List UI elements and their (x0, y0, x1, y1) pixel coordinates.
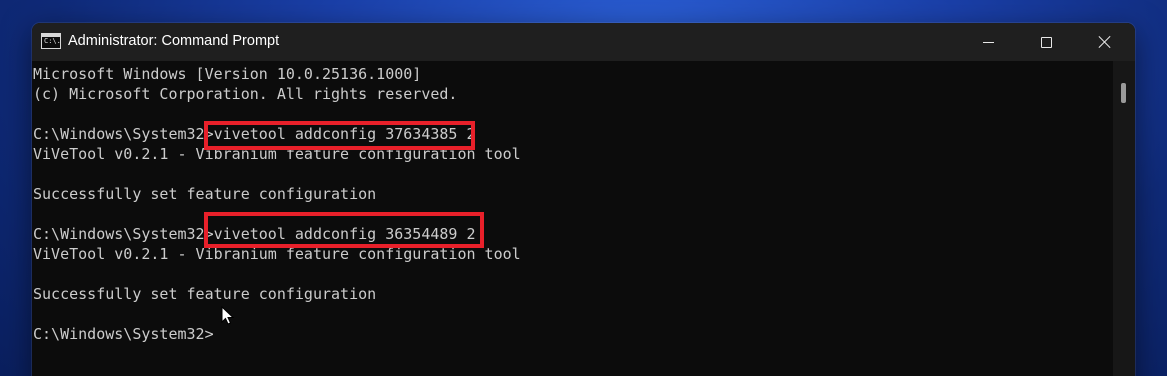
command-prompt-window: C:\. Administrator: Command Prompt Micro… (32, 23, 1135, 376)
title-bar[interactable]: C:\. Administrator: Command Prompt (32, 23, 1135, 61)
vertical-scrollbar[interactable] (1113, 61, 1135, 376)
maximize-button[interactable] (1017, 23, 1075, 61)
console-line: Successfully set feature configuration (33, 185, 377, 203)
scrollbar-thumb[interactable] (1121, 83, 1126, 103)
console-line: (c) Microsoft Corporation. All rights re… (33, 85, 458, 103)
close-button[interactable] (1075, 23, 1133, 61)
console-line: Microsoft Windows [Version 10.0.25136.10… (33, 65, 422, 83)
command-prompt-icon: C:\. (41, 33, 61, 49)
app-icon-text: C:\. (44, 37, 61, 45)
close-icon (1097, 35, 1111, 49)
mouse-cursor-icon (221, 306, 235, 325)
highlight-box-command-2 (204, 212, 484, 248)
minimize-icon (982, 41, 994, 43)
highlight-box-command-1 (204, 121, 475, 150)
maximize-icon (1040, 36, 1052, 48)
console-line: Successfully set feature configuration (33, 285, 377, 303)
window-title: Administrator: Command Prompt (68, 33, 280, 49)
console-output[interactable]: Microsoft Windows [Version 10.0.25136.10… (32, 61, 1113, 376)
minimize-button[interactable] (959, 23, 1017, 61)
console-prompt-line[interactable]: C:\Windows\System32> (33, 324, 214, 344)
